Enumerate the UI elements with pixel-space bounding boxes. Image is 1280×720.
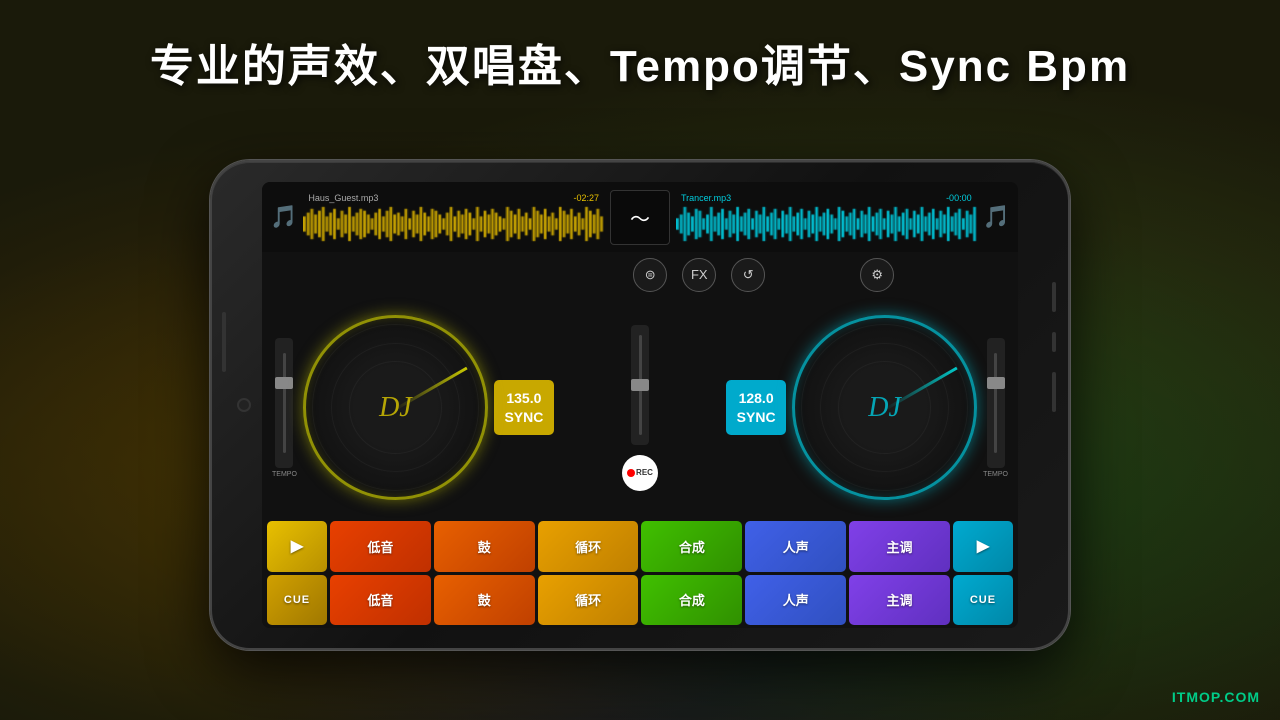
waveform-row: 🎵 Haus_Guest.mp3 -02:27 // Will be drawn… [262,182,1018,252]
right-sync-label: SYNC [737,408,776,426]
right-waveform-container: Trancer.mp3 -00:00 [676,191,977,243]
button-row-1: ▶ 低音 鼓 循环 合成 人声 主调 ▶ [267,521,1013,572]
right-turntable[interactable]: DJ [792,315,977,500]
right-btn-3 [1052,372,1056,412]
right-bpm-box: 128.0 SYNC [726,380,786,435]
left-music-icon: 🎵 [270,204,297,230]
play-left-button[interactable]: ▶ [267,521,327,572]
play-right-button[interactable]: ▶ [953,521,1013,572]
right-tempo-label: TEMPO [983,471,1008,478]
left-track-name: Haus_Guest.mp3 [308,193,378,203]
crossfader-area: REC [622,325,658,491]
left-sync-label: SYNC [504,408,543,426]
synth2-left-button[interactable]: 合成 [641,575,742,626]
key2-right-button[interactable]: 主调 [849,575,950,626]
right-bpm-value: 128.0 [739,389,774,407]
key-right-button[interactable]: 主调 [849,521,950,572]
dj-app: 🎵 Haus_Guest.mp3 -02:27 // Will be drawn… [262,182,1018,628]
fx-label: FX [691,267,708,282]
drum-left-button[interactable]: 鼓 [434,521,535,572]
volume-button [222,312,226,372]
right-btn-2 [1052,332,1056,352]
left-waveform-container: Haus_Guest.mp3 -02:27 // Will be drawn v… [303,191,604,243]
left-bpm-value: 135.0 [506,389,541,407]
loop-button[interactable]: ↺ [731,258,765,292]
crossfader-slider[interactable] [631,325,649,445]
monitor-wave-icon: 〜 [630,203,650,232]
phone-body: 🎵 Haus_Guest.mp3 -02:27 // Will be drawn… [210,160,1070,650]
cue-left-button[interactable]: CUE [267,575,327,626]
phone-screen: 🎵 Haus_Guest.mp3 -02:27 // Will be drawn… [262,182,1018,628]
left-tempo-label: TEMPO [272,471,297,478]
loop2-left-button[interactable]: 循环 [538,575,639,626]
phone-device: 🎵 Haus_Guest.mp3 -02:27 // Will be drawn… [210,160,1070,650]
gear-icon: ⚙ [871,267,883,283]
right-music-icon: 🎵 [983,204,1010,230]
left-tempo-slider[interactable]: TEMPO [272,338,297,478]
gear-button[interactable]: ⚙ [860,258,894,292]
vocal2-right-button[interactable]: 人声 [745,575,846,626]
right-track-name: Trancer.mp3 [681,193,731,203]
right-track-time: -00:00 [946,193,972,203]
rec-dot-icon [627,469,635,477]
cue-right-button[interactable]: CUE [953,575,1013,626]
drum2-left-button[interactable]: 鼓 [434,575,535,626]
bass2-left-button[interactable]: 低音 [330,575,431,626]
left-turntable[interactable]: DJ [303,315,488,500]
right-tempo-slider[interactable]: TEMPO [983,338,1008,478]
vocal-right-button[interactable]: 人声 [745,521,846,572]
left-outer-glow [303,315,488,500]
loop-left-button[interactable]: 循环 [538,521,639,572]
left-bpm-box: 135.0 SYNC [494,380,554,435]
turntable-row: TEMPO [262,297,1018,518]
button-row-2: CUE 低音 鼓 循环 合成 人声 主调 CUE [267,575,1013,626]
fx-button[interactable]: FX [682,258,716,292]
eq-icon: ⊜ [645,267,656,283]
loop-icon: ↺ [743,267,754,283]
rec-button[interactable]: REC [622,455,658,491]
rec-label: REC [636,468,653,477]
left-track-time: -02:27 [573,193,599,203]
watermark: ITMOP.COM [1172,689,1260,705]
bass-left-button[interactable]: 低音 [330,521,431,572]
left-deck: TEMPO [272,315,554,500]
page-title: 专业的声效、双唱盘、Tempo调节、Sync Bpm [0,30,1280,94]
right-waveform-canvas [676,205,977,243]
center-monitor[interactable]: 〜 [610,190,670,245]
controls-row: ⊜ FX ↺ ⚙ [262,252,1018,297]
right-deck: 128.0 SYNC DJ [726,315,1008,500]
buttons-section: ▶ 低音 鼓 循环 合成 人声 主调 ▶ CUE 低音 鼓 循环 [262,518,1018,628]
eq-button[interactable]: ⊜ [633,258,667,292]
camera-icon [237,398,251,412]
right-outer-glow [792,315,977,500]
synth-left-button[interactable]: 合成 [641,521,742,572]
left-waveform-canvas [303,205,604,243]
power-button [1052,282,1056,312]
